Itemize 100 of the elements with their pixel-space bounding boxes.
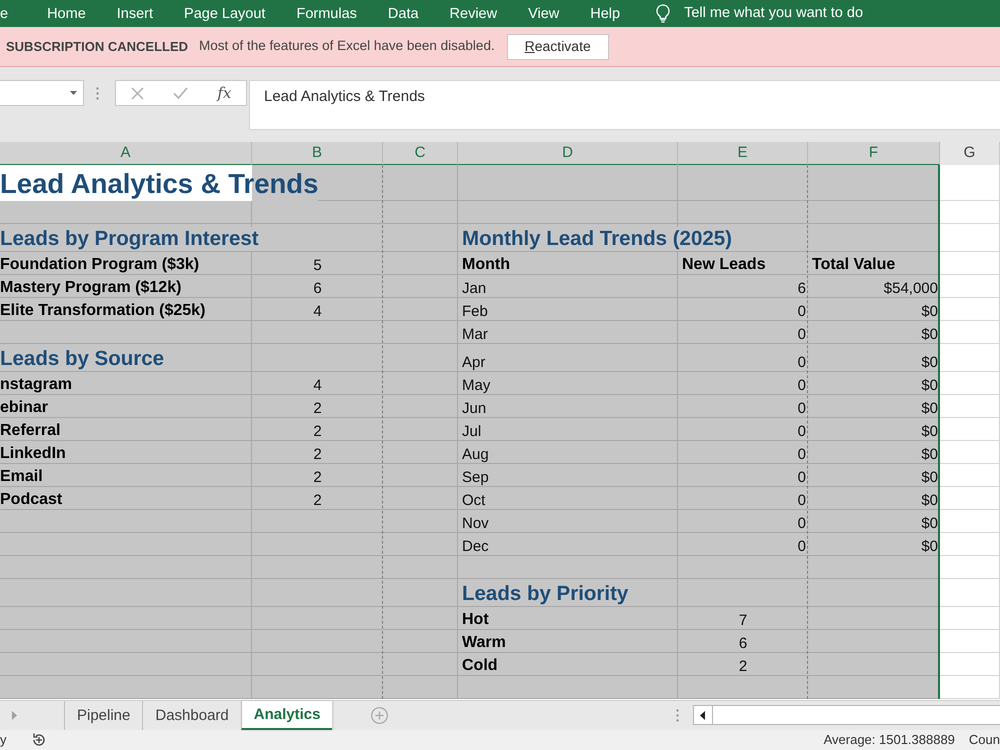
lightbulb-icon[interactable]: [656, 4, 670, 23]
number-value: $0: [921, 400, 939, 417]
count-value: 2: [313, 492, 322, 509]
label-text: Hot: [462, 610, 489, 629]
left-arrow-icon: [700, 710, 706, 720]
count-value: 2: [313, 400, 322, 417]
reactivate-button[interactable]: Reactivate: [506, 34, 609, 60]
cell-text: Dec: [462, 538, 489, 555]
number-value: 0: [798, 302, 807, 320]
scroll-left-button[interactable]: [692, 705, 713, 725]
number-value: 0: [798, 446, 807, 463]
label-text: Podcast: [0, 490, 62, 509]
formula-field[interactable]: Lead Analytics & Trends: [249, 80, 1000, 130]
label-text: Month: [462, 256, 510, 274]
count-value: 4: [313, 302, 322, 320]
tell-me-search[interactable]: Tell me what you want to do: [684, 2, 864, 24]
count-value: 6: [738, 634, 748, 652]
number-value: $0: [921, 514, 939, 532]
ribbon-tab[interactable]: Insert: [116, 4, 154, 22]
count-value: 7: [738, 612, 748, 629]
ribbon-tab[interactable]: Data: [388, 4, 419, 22]
status-text: y: [0, 731, 6, 750]
label-text: Mastery Program ($12k): [0, 278, 182, 297]
ribbon-tab[interactable]: e: [0, 4, 8, 22]
label-text: LinkedIn: [0, 444, 66, 463]
banner-title: SUBSCRIPTION CANCELLED: [6, 38, 188, 56]
column-header[interactable]: B: [252, 142, 383, 166]
number-value: $0: [921, 302, 939, 320]
count-value: 5: [313, 256, 322, 274]
count-value: 6: [313, 280, 322, 297]
label-text: nstagram: [0, 376, 72, 394]
label-text: Cold: [462, 656, 498, 675]
cell-text: Oct: [462, 492, 486, 509]
check-icon[interactable]: [172, 87, 188, 99]
count-value: 2: [738, 658, 748, 675]
ribbon-tab[interactable]: Home: [47, 4, 86, 22]
ribbon-tab[interactable]: Review: [450, 4, 498, 22]
number-value: $54,000: [884, 280, 939, 297]
column-header[interactable]: C: [383, 142, 458, 166]
cell-text: Jan: [462, 280, 486, 297]
count-value: 2: [313, 422, 322, 440]
insert-function-button[interactable]: fx: [217, 82, 232, 104]
label-text: ebinar: [0, 398, 48, 417]
number-value: $0: [921, 468, 939, 486]
number-value: 0: [798, 376, 807, 394]
vertical-dots-icon: [96, 87, 99, 100]
number-value: $0: [921, 422, 939, 440]
caret-down-icon[interactable]: [70, 91, 77, 95]
count-value: 2: [313, 468, 322, 486]
number-value: 0: [798, 354, 807, 371]
number-value: $0: [921, 446, 939, 463]
number-value: $0: [921, 354, 939, 371]
ribbon-tab[interactable]: Help: [590, 4, 620, 22]
section-heading: Leads by Source: [0, 347, 164, 371]
ribbon-tab[interactable]: View: [528, 4, 560, 22]
number-value: 0: [798, 326, 807, 343]
number-value: $0: [921, 492, 939, 509]
cell-text: May: [462, 376, 490, 394]
cell-text: Aug: [462, 446, 489, 463]
number-value: 0: [798, 492, 807, 509]
number-value: $0: [921, 326, 939, 343]
number-value: 6: [798, 280, 807, 297]
plus-circle-icon[interactable]: [371, 707, 388, 724]
cell-text: Jul: [462, 422, 482, 440]
circle-arrow-icon[interactable]: [30, 732, 46, 748]
cell-text: Nov: [462, 514, 489, 532]
cell-text: Apr: [462, 354, 486, 371]
label-text: Foundation Program ($3k): [0, 256, 200, 274]
number-value: 0: [798, 514, 807, 532]
column-header[interactable]: D: [458, 142, 678, 166]
column-header[interactable]: A: [0, 142, 252, 166]
vertical-dots-icon[interactable]: [676, 709, 679, 722]
number-value: 0: [798, 538, 807, 555]
section-heading: Monthly Lead Trends (2025): [462, 227, 732, 251]
label-text: Total Value: [812, 256, 896, 274]
label-text: Referral: [0, 422, 60, 440]
label-text: Elite Transformation ($25k): [0, 302, 206, 320]
ribbon-tab[interactable]: Page Layout: [184, 4, 266, 22]
number-value: $0: [921, 538, 939, 555]
number-value: 0: [798, 468, 807, 486]
count-value: 2: [313, 446, 322, 463]
number-value: $0: [921, 376, 939, 394]
section-heading: Leads by Program Interest: [0, 227, 259, 251]
section-heading: Leads by Priority: [462, 582, 628, 606]
ribbon-tab[interactable]: Formulas: [296, 4, 357, 22]
count-value: 4: [313, 376, 322, 394]
right-arrow-icon[interactable]: [12, 711, 17, 720]
label-text: Email: [0, 468, 43, 486]
column-header[interactable]: G: [940, 142, 1000, 166]
label-text: New Leads: [682, 256, 766, 274]
cell-text: Mar: [462, 326, 488, 343]
sheet-title: Lead Analytics & Trends: [0, 165, 318, 201]
count-readout: Coun: [968, 731, 1000, 750]
sheet-tab[interactable]: Analytics: [240, 701, 332, 730]
column-header[interactable]: F: [808, 142, 940, 166]
column-header[interactable]: E: [678, 142, 808, 166]
cell-text: Sep: [462, 468, 489, 486]
cell-text: Jun: [462, 400, 486, 417]
number-value: 0: [798, 400, 807, 417]
cancel-icon[interactable]: [130, 86, 144, 100]
